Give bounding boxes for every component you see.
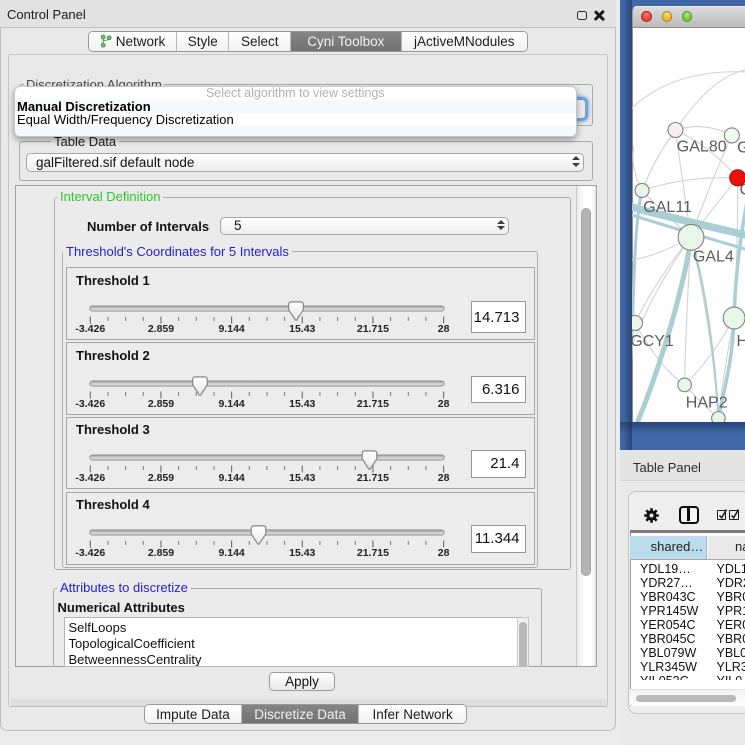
svg-text:GAL80: GAL80 [676, 138, 726, 155]
svg-text:GAL11: GAL11 [643, 198, 692, 215]
svg-text:H: H [736, 332, 745, 349]
svg-text:GAL4: GAL4 [692, 248, 733, 265]
svg-text:GA: GA [737, 139, 745, 156]
svg-text:C: C [739, 181, 745, 198]
svg-text:HAP2: HAP2 [685, 394, 727, 411]
svg-text:GCY1: GCY1 [632, 333, 674, 350]
